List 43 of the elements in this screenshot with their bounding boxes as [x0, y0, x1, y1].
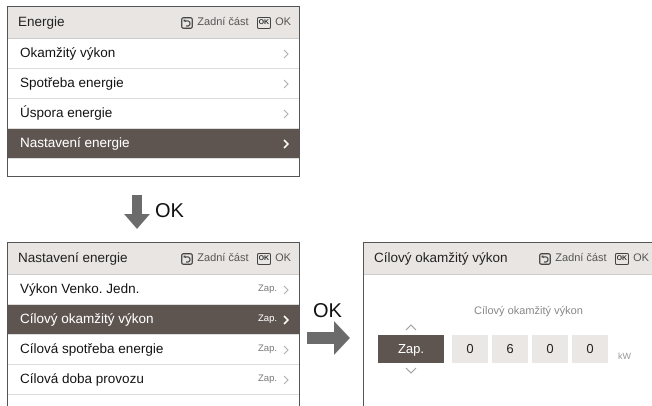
back-hint: Zadní část — [197, 15, 249, 30]
menu-item[interactable]: Cílový okamžitý výkon Zap. — [8, 305, 299, 335]
screen-title: Cílový okamžitý výkon — [374, 249, 509, 268]
item-value: Zap. — [258, 372, 277, 386]
transition-label: OK — [313, 299, 342, 324]
chevron-icon — [283, 314, 289, 324]
transition-label: OK — [155, 199, 184, 224]
item-value: Zap. — [258, 342, 277, 356]
back-hint: Zadní část — [197, 251, 249, 266]
digit-field[interactable]: 0 — [452, 334, 488, 362]
setting-caption: Cílový okamžitý výkon — [474, 304, 583, 319]
down-arrow-icon — [124, 195, 150, 229]
menu-item[interactable]: Nastavení energie — [8, 129, 299, 159]
chevron-icon — [283, 78, 289, 88]
digit-field[interactable]: 6 — [492, 334, 528, 362]
item-value: Zap. — [258, 282, 277, 296]
unit-label: kW — [618, 350, 631, 363]
digit-field[interactable]: 0 — [572, 334, 608, 362]
ok-hint: OK — [633, 251, 649, 266]
chevron-icon — [283, 108, 289, 118]
back-key-icon — [181, 252, 194, 264]
menu-item[interactable]: Okamžitý výkon — [8, 39, 299, 69]
ok-hint: OK — [275, 251, 291, 266]
menu-item[interactable]: Spotřeba energie — [8, 69, 299, 99]
back-key-icon — [181, 16, 194, 28]
digit-field[interactable]: 0 — [532, 334, 568, 362]
chevron-icon — [283, 284, 289, 294]
up-caret-icon[interactable] — [405, 324, 417, 330]
back-key-icon — [539, 252, 552, 264]
back-hint: Zadní část — [555, 251, 607, 266]
screen-title: Nastavení energie — [18, 249, 129, 268]
chevron-icon — [283, 344, 289, 354]
right-arrow-icon — [307, 321, 350, 355]
screen-title: Energie — [18, 13, 66, 32]
chevron-icon — [283, 48, 289, 58]
menu-item[interactable]: Cílová spotřeba energie Zap. — [8, 335, 299, 365]
chevron-icon — [283, 138, 289, 148]
chevron-icon — [283, 374, 289, 384]
mode-selector[interactable]: Zap. — [378, 334, 444, 362]
ok-hint: OK — [275, 15, 291, 30]
menu-item[interactable]: Cílová doba provozu Zap. — [8, 365, 299, 395]
down-caret-icon[interactable] — [405, 366, 417, 374]
item-value: Zap. — [258, 312, 277, 326]
